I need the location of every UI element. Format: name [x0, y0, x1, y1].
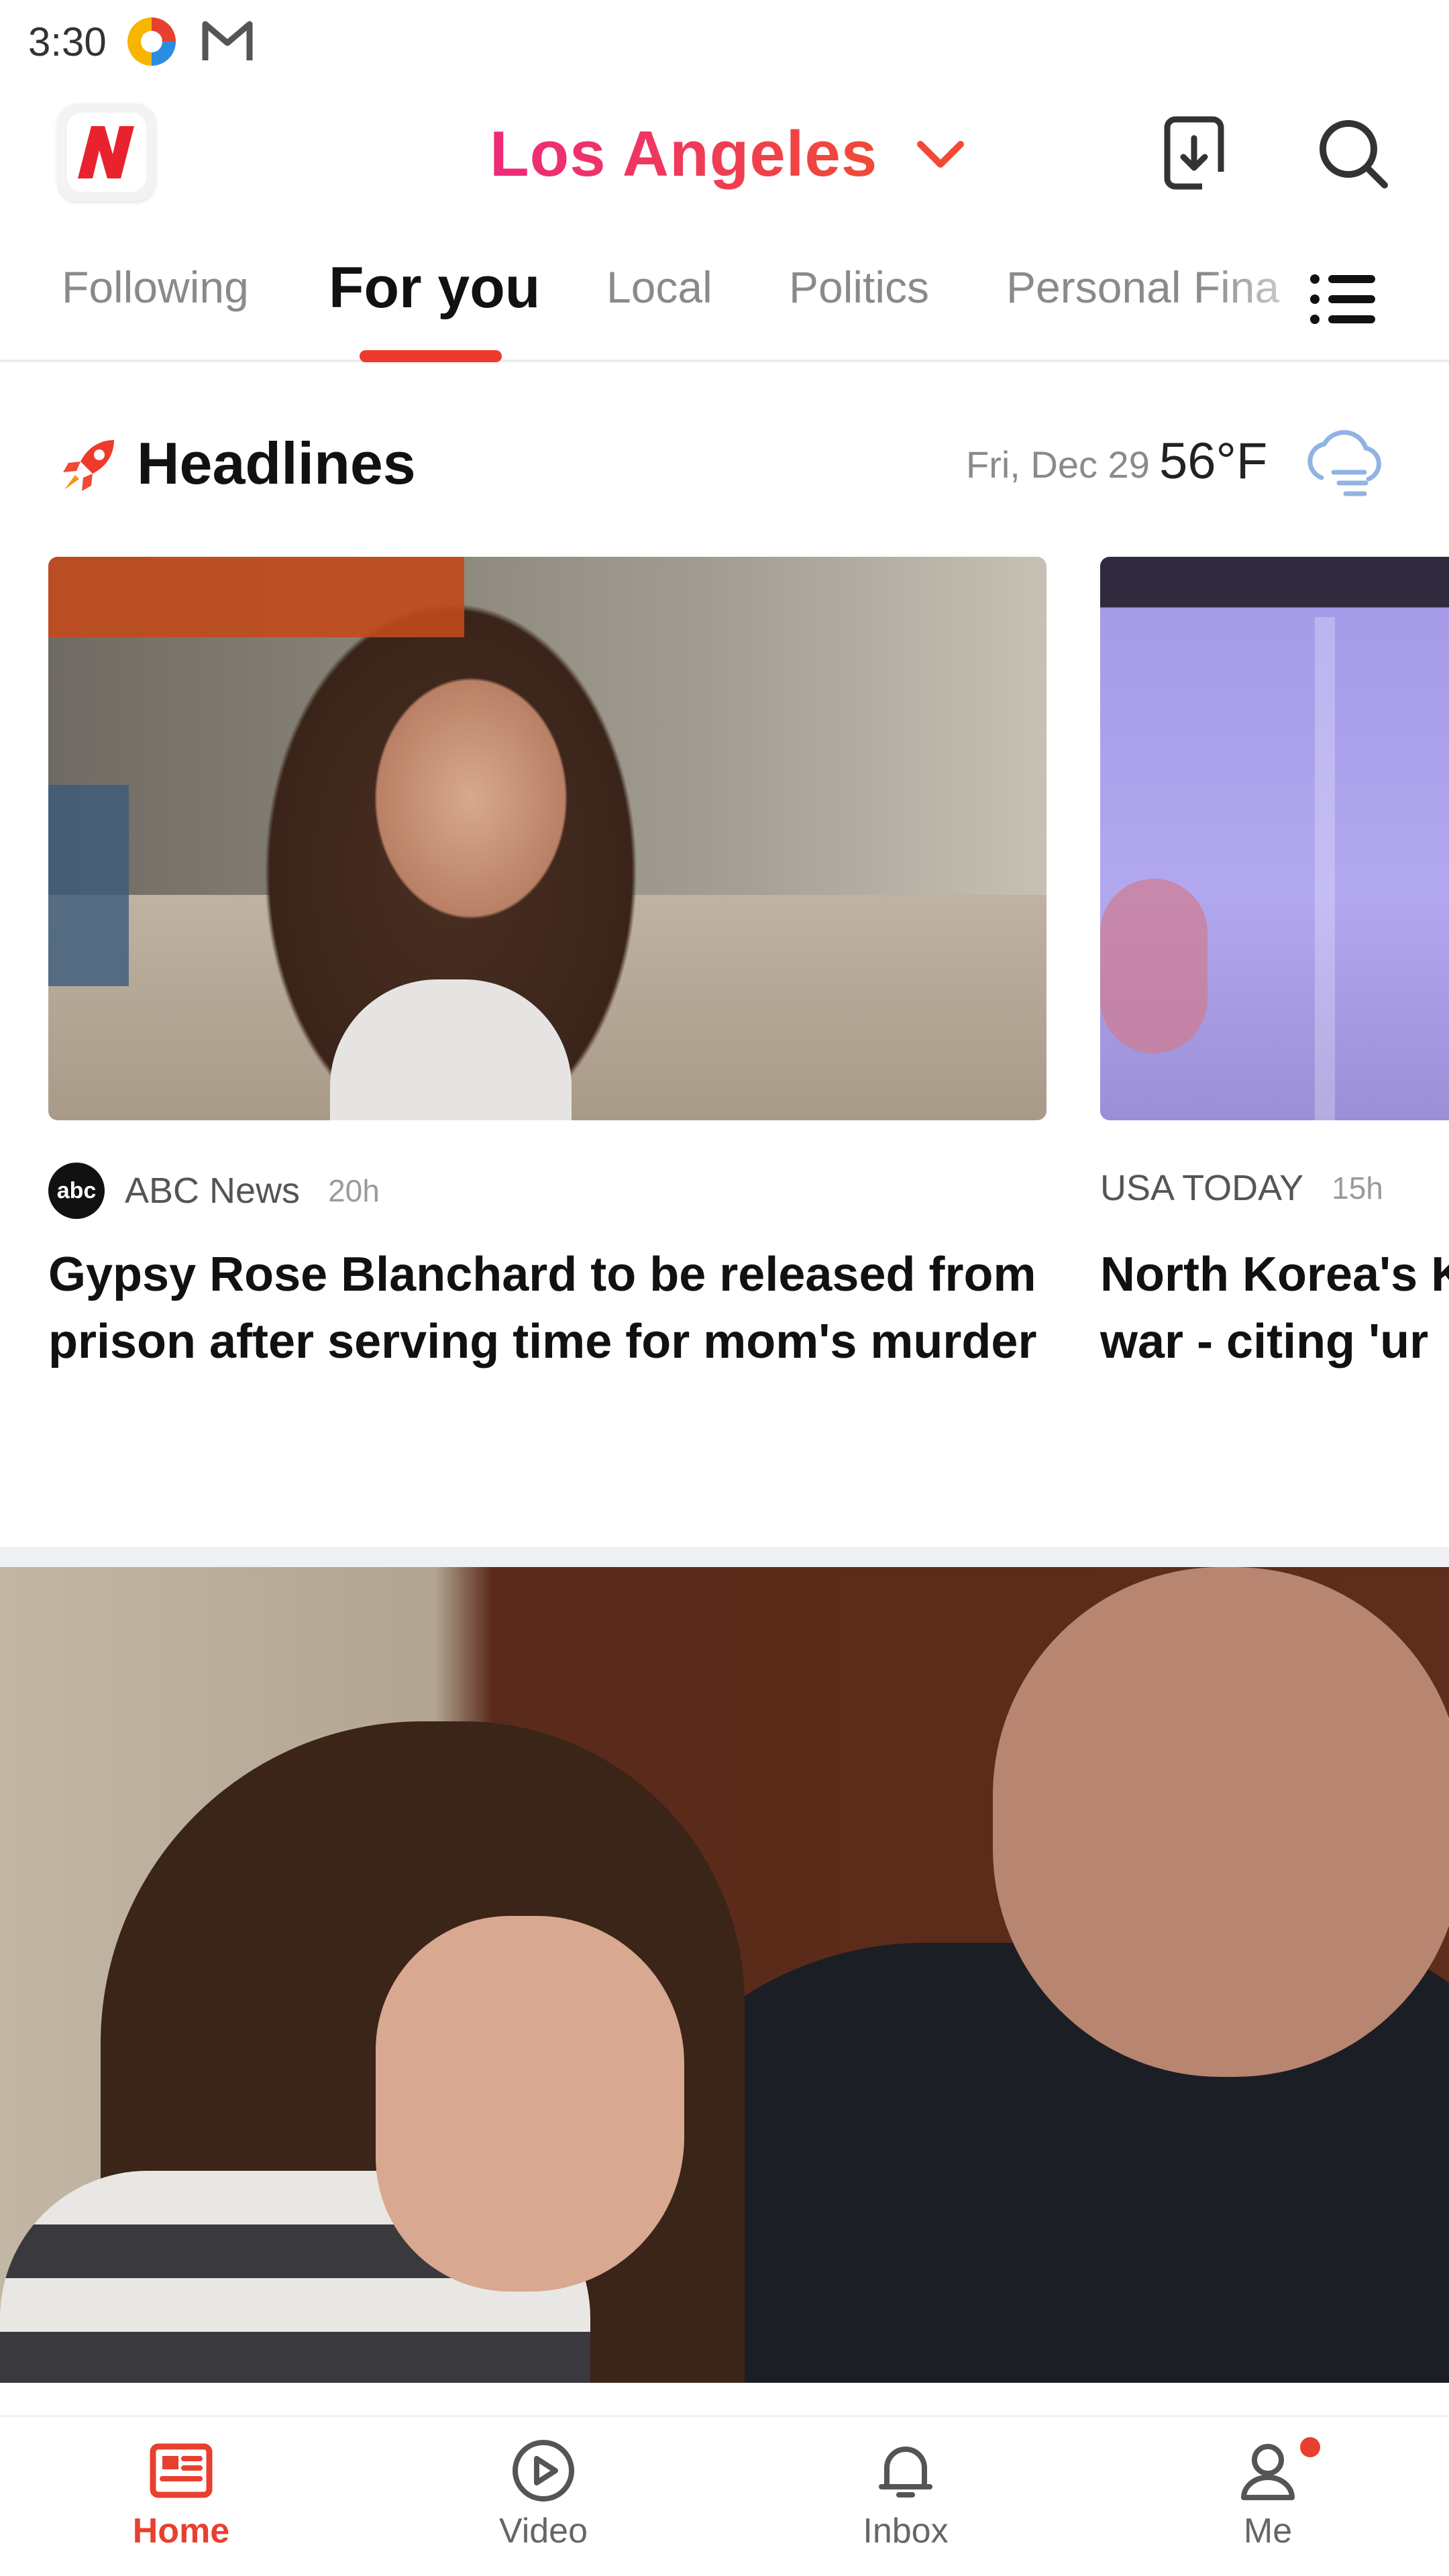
headlines-title: Headlines	[137, 430, 416, 496]
image-person-shape	[376, 1916, 684, 2292]
status-bar: 3:30	[0, 0, 1449, 87]
rocket-icon	[63, 440, 114, 491]
headline-card[interactable]: abc ABC News 20h Gypsy Rose Blanchard to…	[48, 557, 1046, 1368]
nav-label: Home	[132, 2512, 230, 2551]
nav-label: Me	[1243, 2512, 1293, 2551]
active-tab-indicator	[360, 350, 502, 362]
tab-local[interactable]: Local	[606, 262, 712, 313]
nav-inbox[interactable]: Inbox	[825, 2437, 986, 2571]
article-title[interactable]: North Korea's K war - citing 'ur	[1100, 1241, 1449, 1375]
nav-me[interactable]: Me	[1187, 2437, 1348, 2571]
source-name: USA TODAY	[1100, 1168, 1304, 1208]
image-blob-shape	[1100, 879, 1208, 1053]
gmail-icon	[202, 21, 253, 60]
article-source[interactable]: USA TODAY 15h	[1100, 1158, 1383, 1218]
status-time: 3:30	[28, 19, 107, 64]
image-streak-shape	[1315, 617, 1335, 1120]
image-background-shape	[48, 785, 129, 986]
article-time: 15h	[1332, 1171, 1383, 1205]
article-image[interactable]	[1100, 557, 1449, 1120]
newspaper-icon	[150, 2443, 213, 2498]
chevron-down-icon	[917, 141, 965, 168]
nav-home[interactable]: Home	[101, 2437, 262, 2571]
headlines-date: Fri, Dec 29	[966, 443, 1150, 486]
app-notification-icon	[127, 17, 176, 66]
user-icon	[1241, 2444, 1295, 2500]
image-background-shape	[48, 557, 464, 637]
temperature: 56°F	[1159, 433, 1268, 490]
abc-news-logo: abc	[48, 1163, 105, 1219]
app-logo[interactable]	[58, 103, 156, 201]
nav-label: Inbox	[863, 2512, 949, 2551]
article-image[interactable]	[48, 557, 1046, 1120]
source-name: ABC News	[125, 1171, 301, 1211]
download-icon[interactable]	[1162, 114, 1226, 192]
headline-card[interactable]: USA TODAY 15h North Korea's K war - citi…	[1100, 557, 1449, 1368]
featured-article-image[interactable]	[0, 1567, 1449, 2383]
cloud-icon[interactable]	[1299, 425, 1386, 503]
notification-dot	[1300, 2437, 1320, 2457]
section-divider	[0, 1547, 1449, 1567]
image-shirt-shape	[330, 979, 572, 1120]
headlines-header: Headlines Fri, Dec 29 56°F	[0, 402, 1449, 517]
location-label: Los Angeles	[490, 118, 878, 190]
image-person-shape	[993, 1567, 1449, 2077]
list-menu-icon[interactable]	[1304, 266, 1379, 333]
article-title[interactable]: Gypsy Rose Blanchard to be released from…	[48, 1241, 1046, 1375]
article-time: 20h	[328, 1173, 380, 1208]
bell-icon	[879, 2447, 932, 2498]
play-circle-icon	[513, 2440, 574, 2502]
location-selector[interactable]: Los Angeles	[490, 114, 966, 195]
nav-video[interactable]: Video	[463, 2437, 624, 2571]
top-bar: Los Angeles	[0, 87, 1449, 221]
search-icon[interactable]	[1315, 115, 1390, 191]
tab-following[interactable]: Following	[62, 262, 249, 313]
category-tabs: Following For you Local Politics Persona…	[0, 241, 1449, 362]
tab-politics[interactable]: Politics	[789, 262, 929, 313]
nav-label: Video	[498, 2512, 588, 2551]
tab-for-you[interactable]: For you	[329, 255, 540, 321]
bottom-navigation: Home Video Inbox Me	[0, 2415, 1449, 2576]
article-source[interactable]: abc ABC News 20h	[48, 1161, 380, 1221]
news-logo-icon	[67, 113, 146, 192]
